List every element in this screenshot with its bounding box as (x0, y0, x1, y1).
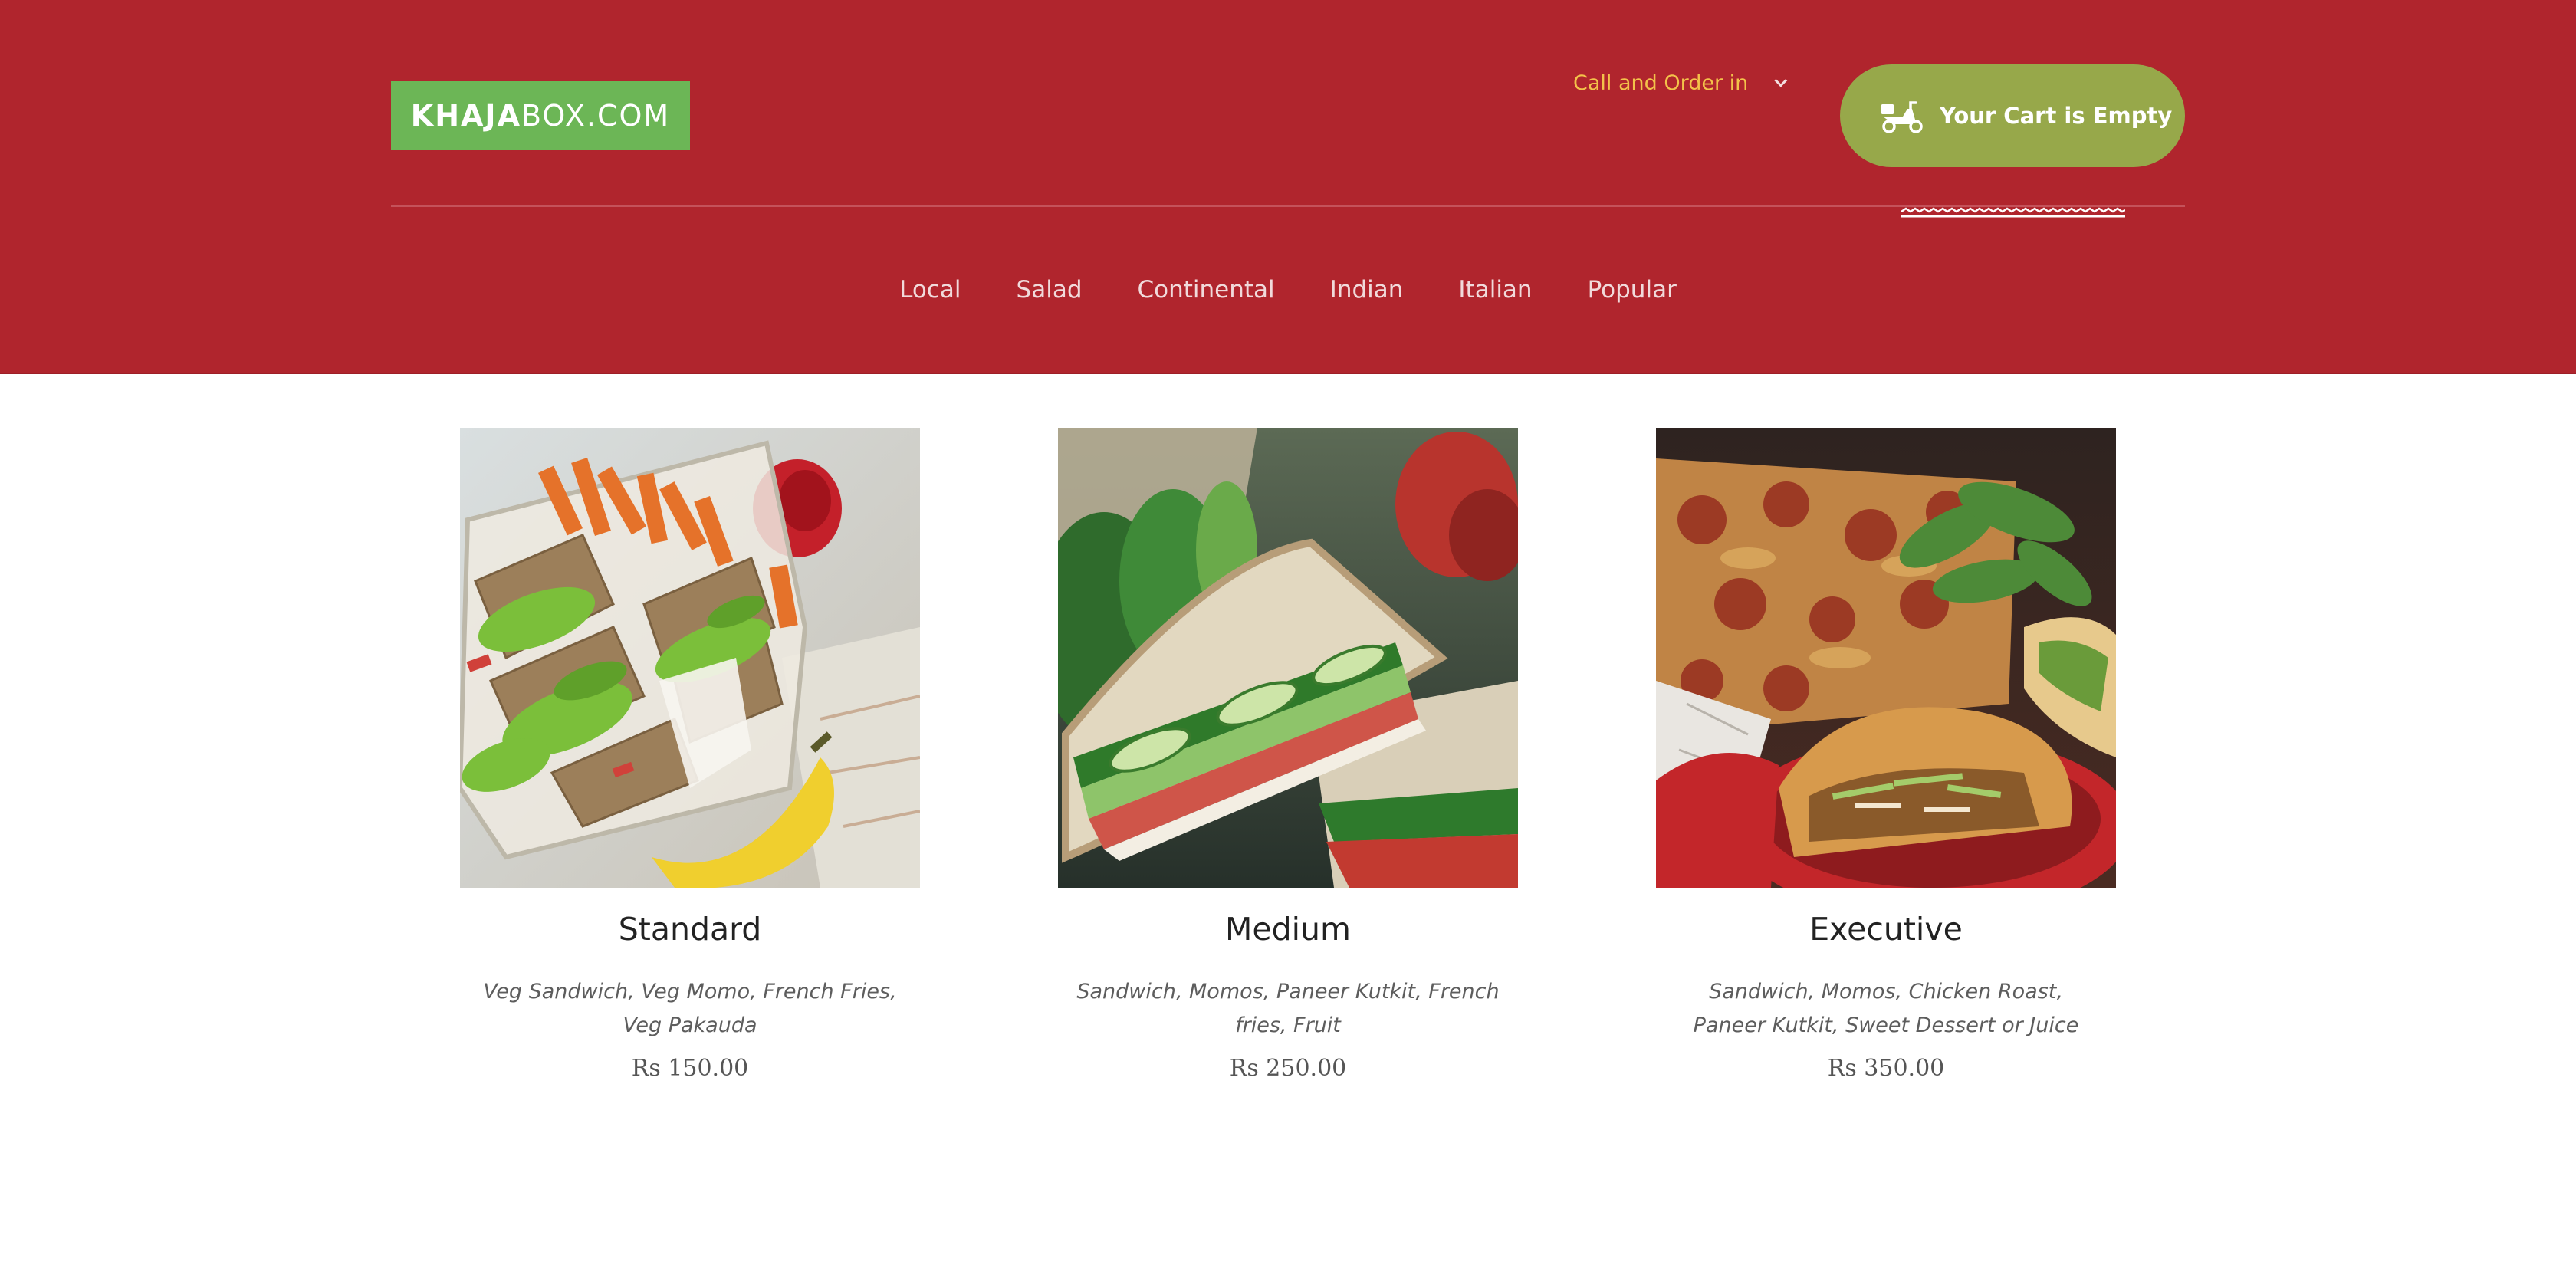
call-order-label: Call and Order in (1573, 71, 1749, 95)
logo-text-light: BOX.COM (521, 99, 671, 133)
nav-item-italian[interactable]: Italian (1458, 276, 1532, 304)
cart-underline-decoration (1901, 207, 2125, 218)
scooter-icon (1881, 101, 1923, 133)
product-name[interactable]: Standard (460, 909, 920, 949)
product-price: Rs 350.00 (1827, 1055, 1945, 1082)
product-price: Rs 150.00 (631, 1055, 749, 1082)
site-logo[interactable]: KHAJA BOX.COM (391, 81, 690, 150)
cucumber-tomato-sandwich-photo[interactable] (1058, 428, 1518, 888)
call-order-dropdown[interactable]: Call and Order in (1573, 66, 1788, 100)
header-divider (391, 205, 2185, 207)
product-card-standard: Standard Veg Sandwich, Veg Momo, French … (460, 428, 920, 1084)
sandwich-lunchbox-photo[interactable] (460, 428, 920, 888)
category-nav: Local Salad Continental Indian Italian P… (0, 273, 2576, 307)
nav-item-continental[interactable]: Continental (1138, 276, 1275, 304)
product-description: Sandwich, Momos, Chicken Roast, Paneer K… (1693, 980, 2079, 1037)
pizza-and-burrito-photo[interactable] (1656, 428, 2116, 888)
chevron-down-icon (1774, 74, 1788, 87)
product-card-executive: Executive Sandwich, Momos, Chicken Roast… (1656, 428, 2116, 1084)
product-description: Veg Sandwich, Veg Momo, French Fries, Ve… (483, 980, 897, 1037)
cart-button[interactable]: Your Cart is Empty (1840, 64, 2185, 218)
nav-item-indian[interactable]: Indian (1330, 276, 1404, 304)
product-name[interactable]: Medium (1058, 909, 1518, 949)
site-header: KHAJA BOX.COM Call and Order in Your Cart… (0, 0, 2576, 374)
nav-item-local[interactable]: Local (899, 276, 961, 304)
product-card-medium: Medium Sandwich, Momos, Paneer Kutkit, F… (1058, 428, 1518, 1084)
product-description: Sandwich, Momos, Paneer Kutkit, French f… (1076, 980, 1500, 1037)
nav-item-salad[interactable]: Salad (1017, 276, 1083, 304)
product-price: Rs 250.00 (1229, 1055, 1347, 1082)
product-name[interactable]: Executive (1656, 909, 2116, 949)
cart-label: Your Cart is Empty (1940, 103, 2173, 129)
logo-text-bold: KHAJA (410, 99, 521, 133)
nav-item-popular[interactable]: Popular (1588, 276, 1677, 304)
